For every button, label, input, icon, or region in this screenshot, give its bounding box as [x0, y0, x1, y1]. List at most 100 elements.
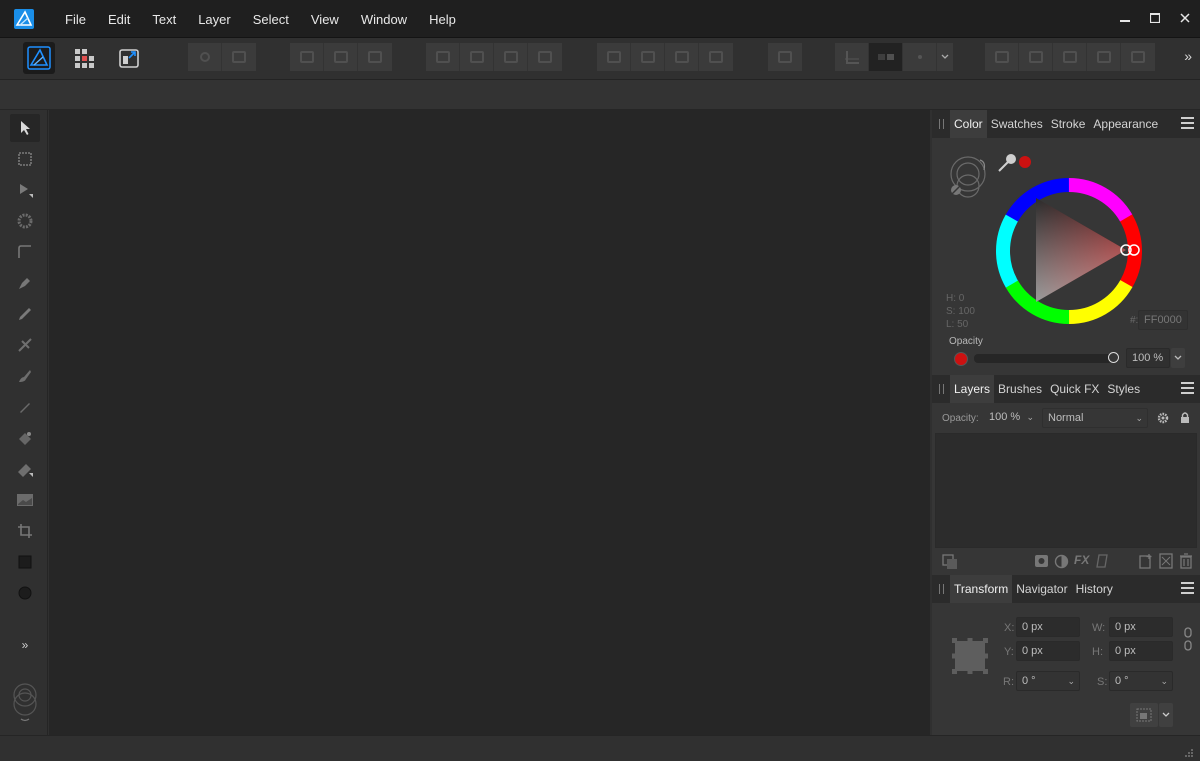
x-position-input[interactable]: 0 px	[1016, 617, 1080, 637]
opacity-dropdown-button[interactable]	[1171, 348, 1185, 368]
layer-copy-icon[interactable]	[942, 554, 958, 570]
toolbar-button[interactable]	[1087, 43, 1121, 71]
tab-brushes[interactable]: Brushes	[994, 375, 1046, 403]
tab-history[interactable]: History	[1072, 575, 1117, 603]
crop-tool[interactable]	[10, 517, 40, 545]
snapping-toggle[interactable]	[869, 43, 903, 71]
brush-tool[interactable]	[10, 362, 40, 390]
toolbar-button[interactable]	[1019, 43, 1053, 71]
toolbar-button[interactable]	[1121, 43, 1155, 71]
designer-persona-button[interactable]	[23, 42, 55, 74]
rotation-input[interactable]: 0 ° ⌄	[1016, 671, 1080, 691]
menu-view[interactable]: View	[300, 0, 350, 38]
toolbar-button[interactable]	[358, 43, 392, 71]
export-persona-button[interactable]	[113, 42, 145, 74]
layers-list[interactable]	[935, 433, 1197, 548]
snapping-options[interactable]	[903, 43, 937, 71]
fx-icon[interactable]: FX	[1074, 553, 1089, 567]
opacity-slider-thumb[interactable]	[1108, 352, 1119, 363]
hsl-color-wheel[interactable]	[994, 176, 1144, 326]
transparency-tool[interactable]	[10, 424, 40, 452]
link-proportions-icon[interactable]	[1183, 627, 1193, 651]
menu-window[interactable]: Window	[350, 0, 418, 38]
rectangle-tool[interactable]	[10, 548, 40, 576]
pencil-tool[interactable]	[10, 300, 40, 328]
vector-brush-tool[interactable]	[10, 331, 40, 359]
live-filter-icon[interactable]	[1095, 553, 1109, 569]
hamburger-icon[interactable]	[1181, 117, 1194, 130]
ellipse-tool[interactable]	[10, 579, 40, 607]
move-tool[interactable]	[10, 114, 40, 142]
color-picker-icon[interactable]	[996, 152, 1018, 174]
opacity-slider[interactable]	[974, 352, 1119, 363]
snapping-manager-button[interactable]	[835, 43, 869, 71]
document-canvas[interactable]	[49, 110, 930, 735]
snapping-dropdown[interactable]	[937, 43, 953, 71]
tab-navigator[interactable]: Navigator	[1012, 575, 1071, 603]
panel-grip-icon[interactable]	[932, 575, 950, 603]
panel-grip-icon[interactable]	[932, 110, 950, 138]
transform-options-dropdown[interactable]	[1159, 703, 1173, 727]
tab-color[interactable]: Color	[950, 110, 987, 138]
toolbar-button[interactable]	[665, 43, 699, 71]
anchor-selector-icon[interactable]	[952, 638, 988, 674]
toolbar-button[interactable]	[631, 43, 665, 71]
menu-help[interactable]: Help	[418, 0, 467, 38]
maximize-button[interactable]	[1140, 0, 1170, 36]
blend-mode-select[interactable]: Normal ⌄	[1042, 408, 1148, 428]
fill-tool[interactable]	[10, 393, 40, 421]
add-layer-icon[interactable]	[1139, 553, 1153, 569]
hex-input[interactable]: FF0000	[1138, 310, 1188, 330]
y-position-input[interactable]: 0 px	[1016, 641, 1080, 661]
shear-input[interactable]: 0 ° ⌄	[1109, 671, 1173, 691]
toolbar-button[interactable]	[494, 43, 528, 71]
group-layers-icon[interactable]	[1159, 553, 1173, 569]
tab-appearance[interactable]: Appearance	[1089, 110, 1162, 138]
opacity-input[interactable]: 100 %	[1126, 348, 1170, 368]
place-image-tool[interactable]	[10, 486, 40, 514]
toolbar-button[interactable]	[1053, 43, 1087, 71]
gradient-tool[interactable]	[10, 455, 40, 483]
close-button[interactable]	[1170, 0, 1200, 36]
toolbar-button[interactable]	[188, 43, 222, 71]
tab-quick-fx[interactable]: Quick FX	[1046, 375, 1103, 403]
toolbar-button[interactable]	[222, 43, 256, 71]
toolbar-button[interactable]	[985, 43, 1019, 71]
tab-transform[interactable]: Transform	[950, 575, 1013, 603]
height-input[interactable]: 0 px	[1109, 641, 1173, 661]
adjustment-layer-icon[interactable]	[1054, 554, 1069, 569]
toolbar-button[interactable]	[460, 43, 494, 71]
hamburger-icon[interactable]	[1181, 582, 1194, 595]
node-tool[interactable]	[10, 176, 40, 204]
menu-edit[interactable]: Edit	[97, 0, 141, 38]
point-transform-tool[interactable]	[10, 207, 40, 235]
tab-swatches[interactable]: Swatches	[987, 110, 1047, 138]
transform-origin-button[interactable]	[1130, 703, 1158, 727]
hamburger-icon[interactable]	[1181, 382, 1194, 395]
toolbar-button[interactable]	[324, 43, 358, 71]
layers-opacity-input[interactable]: 100 % ⌄	[984, 408, 1038, 428]
gear-icon[interactable]	[1157, 412, 1169, 424]
menu-layer[interactable]: Layer	[187, 0, 242, 38]
artboard-tool[interactable]	[10, 145, 40, 173]
toolbar-button[interactable]	[426, 43, 460, 71]
menu-text[interactable]: Text	[141, 0, 187, 38]
toolbar-button[interactable]	[290, 43, 324, 71]
tab-layers[interactable]: Layers	[950, 375, 995, 403]
toolbar-button[interactable]	[528, 43, 562, 71]
menu-select[interactable]: Select	[242, 0, 300, 38]
current-color-swatch[interactable]	[1019, 156, 1031, 168]
corner-tool[interactable]	[10, 238, 40, 266]
fill-stroke-wells-icon[interactable]	[946, 152, 992, 198]
toolbar-button[interactable]	[699, 43, 733, 71]
resize-grip-icon[interactable]	[1184, 748, 1194, 758]
align-button[interactable]	[768, 43, 802, 71]
affinity-designer-logo-icon[interactable]	[14, 8, 34, 29]
mask-layer-icon[interactable]	[1034, 554, 1049, 568]
more-tools-button[interactable]: »	[10, 631, 40, 659]
tab-stroke[interactable]: Stroke	[1047, 110, 1090, 138]
minimize-button[interactable]	[1110, 0, 1140, 36]
menu-file[interactable]: File	[54, 0, 97, 38]
lock-icon[interactable]	[1179, 411, 1191, 424]
pen-tool[interactable]	[10, 269, 40, 297]
